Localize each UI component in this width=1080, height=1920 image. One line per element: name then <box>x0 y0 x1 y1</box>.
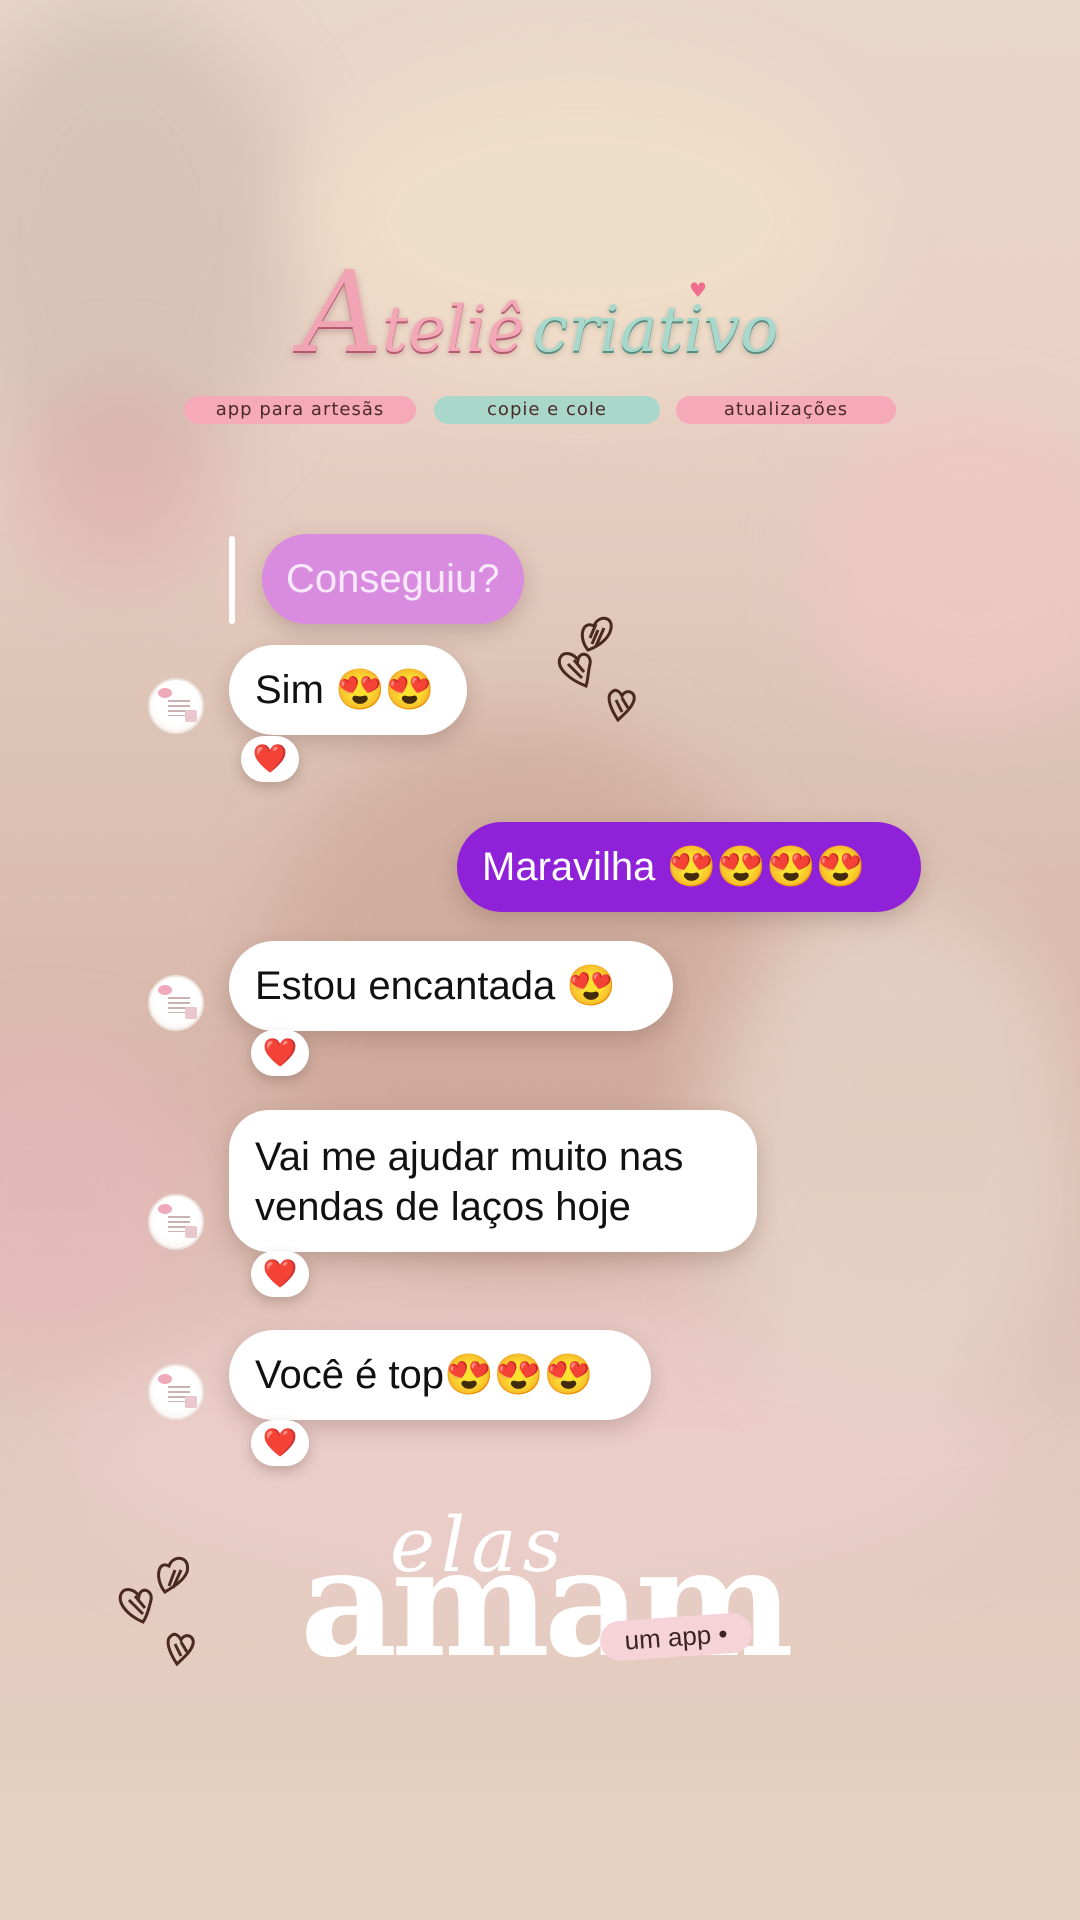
message-text: Vai me ajudar muito nas vendas de laços … <box>255 1135 684 1229</box>
gift-icon <box>185 710 197 722</box>
message-text: Sim <box>255 668 335 712</box>
tagline-amam: amam <box>300 1515 794 1691</box>
message-bubble-outgoing[interactable]: Maravilha 😍😍😍😍 <box>457 822 921 912</box>
bow-icon <box>158 1374 172 1384</box>
message-bubble-incoming[interactable]: Sim 😍😍 <box>229 645 467 735</box>
bow-icon <box>158 985 172 995</box>
heart-reaction-icon[interactable]: ❤️ <box>251 1251 309 1297</box>
logo-letter-a: A <box>301 248 383 378</box>
logo-heart-icon: ♥ <box>689 278 707 302</box>
message-bubble-incoming[interactable]: Vai me ajudar muito nas vendas de laços … <box>229 1110 757 1252</box>
emoji-heart-eyes-icon: 😍😍😍 <box>444 1353 594 1397</box>
heart-doodle-icon <box>118 1556 195 1667</box>
tag-atualizacoes: atualizações <box>676 396 896 424</box>
avatar[interactable] <box>148 678 204 734</box>
message-text: Você é top <box>255 1353 445 1397</box>
avatar[interactable] <box>148 1194 204 1250</box>
message-bubble-incoming[interactable]: Estou encantada 😍 <box>229 941 673 1031</box>
tag-copie-e-cole: copie e cole <box>434 396 660 424</box>
reply-quote-bubble[interactable]: Conseguiu? <box>262 534 524 624</box>
heart-doodle-icon <box>557 616 636 723</box>
avatar[interactable] <box>148 975 204 1031</box>
heart-reaction-icon[interactable]: ❤️ <box>251 1030 309 1076</box>
emoji-heart-eyes-icon: 😍😍 <box>335 668 435 712</box>
emoji-heart-eyes-icon: 😍 <box>566 964 617 1008</box>
avatar[interactable] <box>148 1364 204 1420</box>
logo-telie: teliê <box>382 293 525 367</box>
bow-icon <box>158 1204 172 1214</box>
heart-reaction-icon[interactable]: ❤️ <box>251 1420 309 1466</box>
message-text: Estou encantada <box>255 964 567 1008</box>
gift-icon <box>185 1007 197 1019</box>
emoji-heart-eyes-icon: 😍😍😍😍 <box>666 845 866 889</box>
gift-icon <box>185 1396 197 1408</box>
message-bubble-incoming[interactable]: Você é top😍😍😍 <box>229 1330 651 1420</box>
bow-icon <box>158 688 172 698</box>
tag-app-para-artesas: app para artesãs <box>184 396 416 424</box>
heart-reaction-icon[interactable]: ❤️ <box>241 736 299 782</box>
message-text: Maravilha <box>482 845 667 889</box>
reply-indicator-bar <box>229 536 235 624</box>
reply-quote-text: Conseguiu? <box>286 557 500 601</box>
gift-icon <box>185 1226 197 1238</box>
logo-criativo: criativo <box>532 293 779 367</box>
brand-logo: Ateliê criativo <box>0 248 1080 378</box>
